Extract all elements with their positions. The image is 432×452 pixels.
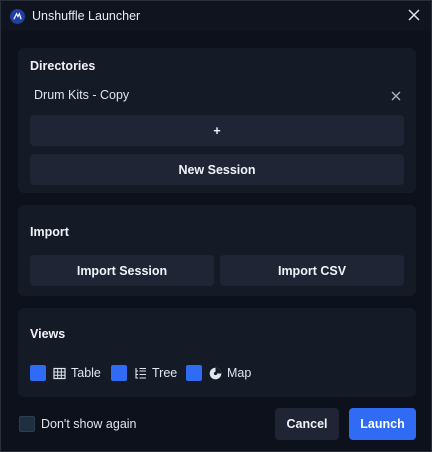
views-panel: Views Table Tree Map [18,308,416,397]
title-bar[interactable]: Unshuffle Launcher [1,1,431,31]
map-icon [209,367,222,380]
map-checkbox[interactable] [186,365,202,381]
close-icon[interactable] [390,89,402,101]
view-toggle-table[interactable]: Table [30,364,101,382]
directory-item: Drum Kits - Copy [34,88,130,102]
add-directory-button[interactable]: + [30,115,404,146]
directories-heading: Directories [30,59,96,73]
launcher-window: Unshuffle Launcher Directories Drum Kits… [0,0,432,452]
tree-icon [134,367,147,380]
import-csv-button[interactable]: Import CSV [220,255,404,286]
import-panel: Import Import Session Import CSV [18,205,416,296]
import-heading: Import [30,225,69,239]
import-session-button[interactable]: Import Session [30,255,214,286]
close-icon[interactable] [407,8,421,22]
app-logo-icon [10,9,25,24]
launch-button[interactable]: Launch [349,408,416,440]
tree-label: Tree [152,366,178,380]
tree-checkbox[interactable] [111,365,127,381]
table-label: Table [71,366,101,380]
dont-show-again-checkbox[interactable] [19,416,35,432]
view-toggle-map[interactable]: Map [186,364,251,382]
view-toggle-tree[interactable]: Tree [111,364,177,382]
dont-show-again-label: Don't show again [41,417,137,431]
window-title: Unshuffle Launcher [32,9,141,23]
new-session-button[interactable]: New Session [30,154,404,185]
directories-panel: Directories Drum Kits - Copy + New Sessi… [18,48,416,193]
table-checkbox[interactable] [30,365,46,381]
cancel-button[interactable]: Cancel [275,408,339,440]
map-label: Map [227,366,252,380]
views-heading: Views [30,327,66,341]
table-icon [53,367,66,380]
